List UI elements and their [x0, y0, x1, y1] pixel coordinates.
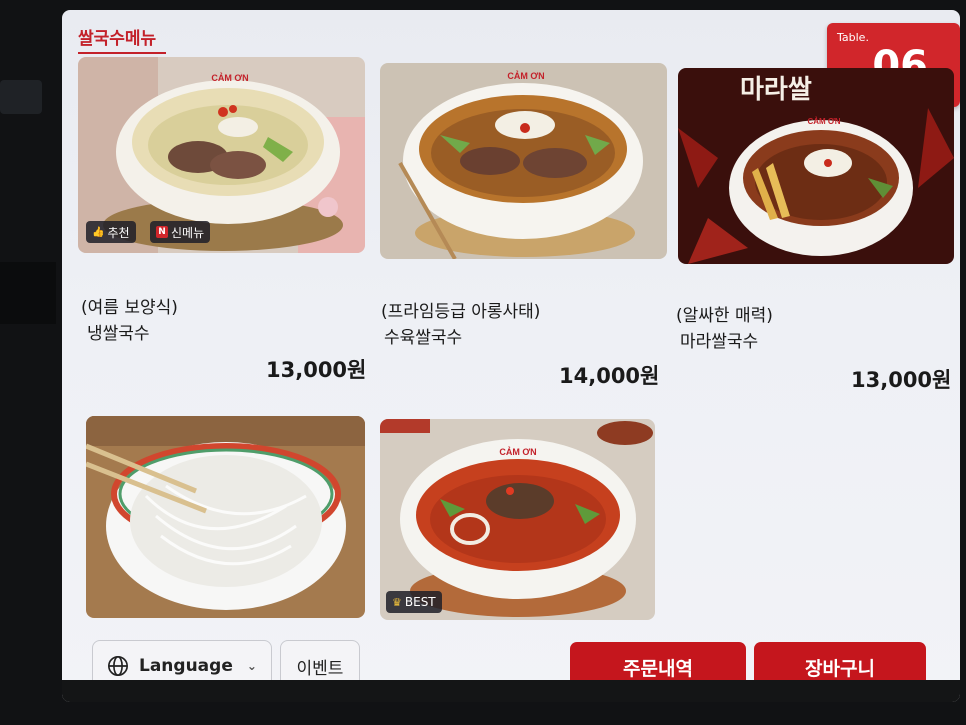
bezel-detail [0, 80, 42, 114]
menu-item-name[interactable]: 냉쌀국수 [87, 319, 150, 344]
menu-item-image[interactable] [86, 416, 365, 618]
menu-item-image[interactable]: CẢM ƠN 👍 추천 N 신메뉴 [78, 57, 365, 253]
bowl-brand: CẢM ƠN [499, 446, 536, 457]
new-menu-tag: N 신메뉴 [150, 221, 211, 243]
globe-icon [108, 656, 128, 676]
recommend-tag: 👍 추천 [86, 221, 136, 243]
bowl-brand: CẢM ƠN [211, 72, 248, 83]
bowl-brand: CẢM ƠN [807, 117, 840, 126]
tag-label: 신메뉴 [171, 225, 205, 240]
menu-item-subtitle: (여름 보양식) [81, 298, 178, 318]
chevron-down-icon: ⌄ [246, 659, 257, 673]
menu-item-image[interactable]: CẢM ƠN ♛ BEST [380, 419, 655, 620]
promo-text: 마라쌀 [740, 75, 812, 105]
tag-label: 추천 [107, 225, 130, 240]
menu-item-subtitle: (프라임등급 아롱사태) [381, 302, 541, 322]
food-photo: 마라쌀 CẢM ƠN [678, 68, 954, 264]
new-badge-icon: N [156, 226, 168, 238]
table-label: Table. [837, 31, 869, 44]
menu-item-price: 13,000원 [266, 358, 367, 382]
menu-item-price: 13,000원 [851, 368, 952, 392]
menu-item-name[interactable]: 수육쌀국수 [384, 323, 462, 348]
category-title[interactable]: 쌀국수메뉴 [78, 24, 156, 49]
food-photo: CẢM ƠN [380, 63, 667, 259]
bezel-detail [0, 262, 56, 324]
food-photo: CẢM ƠN [380, 419, 655, 620]
menu-item-image[interactable]: CẢM ƠN [380, 63, 667, 259]
language-label: Language [139, 656, 233, 676]
menu-item-price: 14,000원 [559, 364, 660, 388]
bowl-brand: CẢM ƠN [507, 70, 544, 81]
kiosk-screen: 쌀국수메뉴 Table. 06 CẢM ƠN 👍 추천 N 신메뉴 (여름 보양… [62, 10, 960, 702]
thumbs-up-icon: 👍 [92, 226, 105, 238]
crown-icon: ♛ [392, 595, 402, 609]
screen-bottom-bezel [62, 680, 960, 702]
category-underline [78, 52, 166, 54]
menu-item-subtitle: (알싸한 매력) [676, 306, 773, 326]
food-photo [86, 416, 365, 618]
menu-item-name[interactable]: 마라쌀국수 [680, 327, 758, 352]
menu-item-image[interactable]: 마라쌀 CẢM ƠN [678, 68, 954, 264]
best-tag: ♛ BEST [386, 591, 442, 613]
tag-label: BEST [404, 595, 436, 609]
